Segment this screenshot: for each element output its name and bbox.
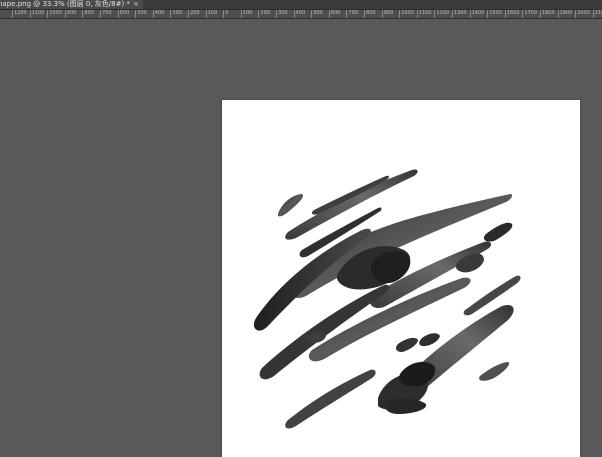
ruler-tick-label: 1100 (31, 10, 45, 16)
ruler-tick (364, 10, 365, 18)
horizontal-ruler[interactable]: 1200 1100 1000 900 800 700 600 500 400 300 200 100 0… (0, 10, 602, 19)
ruler-tick (311, 10, 313, 18)
ruler-tick (64, 10, 66, 18)
ruler-tick-label: 500 (137, 10, 147, 16)
ruler-tick-label: 700 (102, 10, 112, 16)
ruler-tick (504, 10, 506, 18)
ruler-tick-label: 700 (348, 10, 358, 16)
brush-stroke (277, 194, 304, 217)
workspace-area[interactable] (0, 19, 602, 457)
ruler-tick-label: 1500 (489, 10, 502, 16)
ruler-tick-label: 2000 (577, 10, 590, 16)
ruler-tick (12, 10, 13, 18)
brush-stroke (479, 362, 510, 381)
brush-stroke (395, 337, 418, 352)
ruler-tick-label: 900 (383, 10, 394, 16)
ruler-tick (452, 10, 453, 18)
close-icon[interactable]: × (133, 0, 139, 9)
ruler-tick (258, 10, 260, 18)
ruler-tick-label: 800 (366, 10, 376, 16)
ruler-tick-label: 500 (313, 10, 323, 16)
ruler-tick (522, 10, 524, 18)
ruler-tick-label: 300 (278, 10, 288, 16)
ruler-tick (205, 10, 207, 18)
ruler-tick (117, 10, 119, 18)
ruler-tick (152, 10, 154, 18)
ruler-tick-label: 1200 (436, 10, 450, 16)
ruler-tick-label: 600 (119, 10, 130, 16)
ruler-tick-label: 1000 (49, 10, 62, 16)
brush-stroke (419, 333, 440, 346)
ruler-tick (399, 10, 401, 18)
ruler-tick-label: 200 (190, 10, 200, 16)
ruler-tick-label: 1100 (418, 10, 432, 16)
brush-strokes-artwork (253, 169, 521, 429)
ruler-tick (346, 10, 348, 18)
ruler-tick-label: 1200 (14, 10, 27, 16)
brush-stroke (483, 222, 513, 242)
ruler-tick (100, 10, 101, 18)
ruler-tick (276, 10, 277, 18)
brush-stroke (384, 398, 427, 414)
ruler-tick (328, 10, 330, 18)
ruler-tick-label: 400 (295, 10, 306, 16)
ruler-tick-label: 100 (207, 10, 218, 16)
ruler-tick-label: 2100 (594, 10, 602, 16)
ruler-tick (469, 10, 471, 18)
ruler-tick-label: 900 (66, 10, 77, 16)
ruler-tick-label: 1600 (506, 10, 520, 16)
document-canvas[interactable] (222, 100, 580, 457)
ruler-tick-label: 1000 (401, 10, 414, 16)
ruler-tick-label: 600 (330, 10, 341, 16)
ruler-tick-label: 1400 (471, 10, 485, 16)
ruler-tick-label: 800 (84, 10, 94, 16)
ruler-tick (434, 10, 436, 18)
document-tab[interactable]: nape.png @ 33.3% (图层 0, 灰色/8#) * × (0, 0, 143, 9)
ruler-tick (381, 10, 383, 18)
ruler-tick-label: 400 (154, 10, 165, 16)
document-tab-title: nape.png @ 33.3% (图层 0, 灰色/8#) * (0, 0, 130, 8)
ruler-tick (592, 10, 594, 18)
ruler-tick-label: 300 (172, 10, 182, 16)
ruler-tick-label: 1300 (454, 10, 467, 16)
document-tab-bar: nape.png @ 33.3% (图层 0, 灰色/8#) * × (0, 0, 602, 10)
ruler-tick (188, 10, 189, 18)
ruler-tick (487, 10, 489, 18)
ruler-tick-label: 100 (242, 10, 253, 16)
ruler-tick (540, 10, 541, 18)
ruler-tick (170, 10, 172, 18)
ruler-tick (223, 10, 225, 18)
ruler-tick-label: 0 (225, 10, 229, 16)
ruler-tick (135, 10, 137, 18)
ruler-tick (575, 10, 577, 18)
ruler-tick (293, 10, 295, 18)
ruler-tick-label: 1800 (542, 10, 555, 16)
brush-stroke (285, 369, 376, 429)
ruler-tick-label: 1700 (524, 10, 538, 16)
ruler-tick (240, 10, 242, 18)
ruler-tick (29, 10, 31, 18)
ruler-tick (557, 10, 559, 18)
ruler-tick (47, 10, 49, 18)
ruler-tick (82, 10, 84, 18)
ruler-tick-label: 1900 (559, 10, 573, 16)
ruler-tick-label: 200 (260, 10, 270, 16)
ruler-tick (416, 10, 418, 18)
